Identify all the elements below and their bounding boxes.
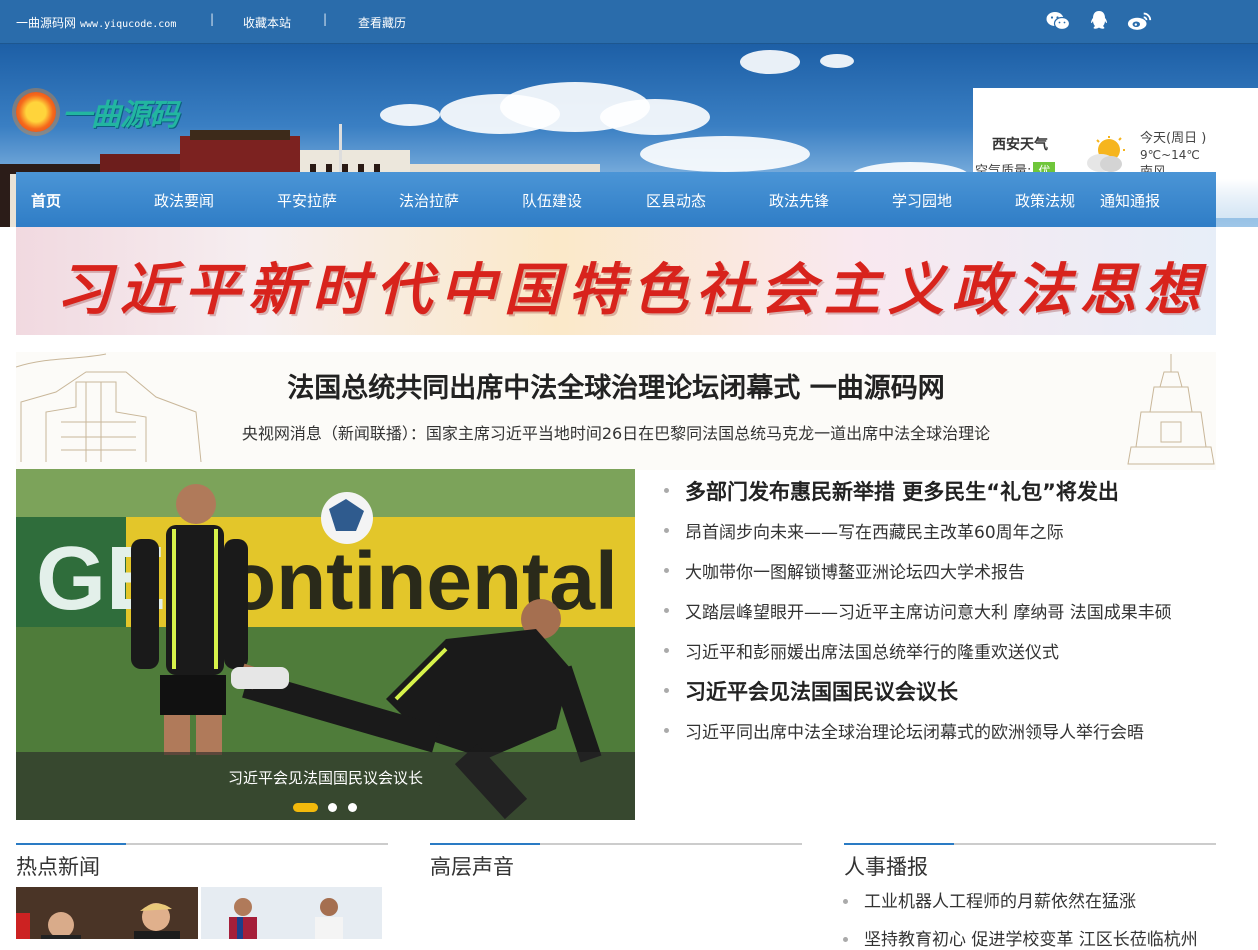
slider-dot-2[interactable] [328, 803, 337, 812]
slogan-banner[interactable]: 习近平新时代中国特色社会主义政法思想 [16, 227, 1216, 335]
list-item-title[interactable]: 多部门发布惠民新举措 更多民生“礼包”将发出 [685, 476, 1119, 506]
nav-item-notices[interactable]: 通知通报 [1100, 190, 1160, 211]
list-item-title[interactable]: 工业机器人工程师的月薪依然在猛涨 [864, 887, 1136, 912]
hot-news-thumbnail[interactable] [16, 887, 198, 939]
list-item-title[interactable]: 习近平会见法国国民议会议长 [685, 676, 958, 706]
weather-city: 西安天气 [992, 137, 1048, 153]
history-link[interactable]: 查看藏历 [358, 14, 406, 31]
bullet-icon [664, 488, 669, 493]
logo-text: 一曲源码 [62, 98, 179, 133]
list-item-title[interactable]: 习近平和彭丽媛出席法国总统举行的隆重欢送仪式 [685, 638, 1059, 663]
bookmark-link[interactable]: 收藏本站 [243, 14, 291, 31]
nav-item-rule-of-law-lhasa[interactable]: 法治拉萨 [399, 190, 459, 211]
bullet-icon [664, 568, 669, 573]
bullet-icon [664, 648, 669, 653]
bullet-icon [664, 688, 669, 693]
site-url: www.yiqucode.com [80, 19, 177, 30]
nav-item-safe-lhasa[interactable]: 平安拉萨 [277, 190, 337, 211]
top-divider: | [323, 12, 328, 26]
slogan-text: 习近平新时代中国特色社会主义政法思想 [56, 257, 1208, 323]
section-title[interactable]: 高层声音 [430, 851, 514, 881]
list-item-title[interactable]: 又踏层峰望眼开——习近平主席访问意大利 摩纳哥 法国成果丰硕 [685, 598, 1172, 623]
site-identity: 一曲源码网 www.yiqucode.com [16, 14, 176, 31]
headline-summary: 央视网消息（新闻联播）：国家主席习近平当地时间26日在巴黎同法国总统马克龙一道出… [241, 424, 991, 443]
list-item-title[interactable]: 大咖带你一图解锁博鳌亚洲论坛四大学术报告 [685, 558, 1025, 583]
nav-item-team-building[interactable]: 队伍建设 [522, 190, 582, 211]
bullet-icon [843, 899, 848, 904]
weibo-icon[interactable] [1127, 9, 1153, 33]
hot-news-thumbnail[interactable] [201, 887, 382, 939]
wechat-icon[interactable] [1045, 9, 1071, 33]
bullet-icon [664, 528, 669, 533]
nav-item-politics-news[interactable]: 政法要闻 [154, 190, 214, 211]
nav-item-home[interactable]: 首页 [31, 190, 61, 211]
partly-cloudy-icon [1087, 136, 1125, 172]
site-name: 一曲源码网 [16, 16, 77, 30]
nav-item-policies[interactable]: 政策法规 [1015, 190, 1075, 211]
bullet-icon [664, 608, 669, 613]
nav-item-learning[interactable]: 学习园地 [892, 190, 952, 211]
top-divider: | [210, 12, 215, 26]
top-bar: 一曲源码网 www.yiqucode.com | 收藏本站 | 查看藏历 [0, 0, 1258, 44]
section-title[interactable]: 热点新闻 [16, 851, 100, 881]
headline-block: 法国总统共同出席中法全球治理论坛闭幕式 一曲源码网 央视网消息（新闻联播）：国家… [16, 352, 1216, 470]
weather-temperature: 9℃~14℃ [1140, 148, 1200, 162]
bullet-icon [664, 728, 669, 733]
list-item-title[interactable]: 昂首阔步向未来——写在西藏民主改革60周年之际 [685, 518, 1064, 543]
image-slider[interactable]: GE ontinental 习近平会见法国国民议会议长 [16, 469, 635, 820]
list-item-title[interactable]: 坚持教育初心 促进学校变革 江区长莅临杭州 [864, 925, 1198, 950]
site-logo[interactable]: 一曲源码 [16, 90, 179, 134]
slider-dot-1[interactable] [293, 803, 318, 812]
nav-item-pioneers[interactable]: 政法先锋 [769, 190, 829, 211]
nav-item-county-news[interactable]: 区县动态 [646, 190, 706, 211]
weather-day: 今天(周日 ) [1140, 131, 1207, 146]
slider-dot-3[interactable] [348, 803, 357, 812]
sun-logo-icon [16, 92, 56, 132]
list-item-title[interactable]: 习近平同出席中法全球治理论坛闭幕式的欧洲领导人举行会晤 [685, 718, 1144, 743]
slider-caption[interactable]: 习近平会见法国国民议会议长 [16, 767, 635, 788]
main-nav: 首页 政法要闻 平安拉萨 法治拉萨 队伍建设 区县动态 政法先锋 学习园地 政策… [16, 172, 1216, 227]
qq-icon[interactable] [1086, 9, 1112, 33]
headline-title[interactable]: 法国总统共同出席中法全球治理论坛闭幕式 一曲源码网 [16, 366, 1216, 405]
section-title[interactable]: 人事播报 [844, 851, 928, 881]
bullet-icon [843, 937, 848, 942]
